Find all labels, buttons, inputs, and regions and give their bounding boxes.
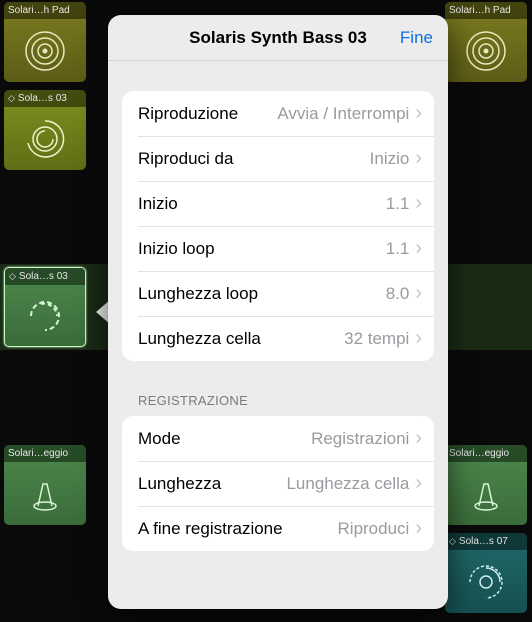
waveform-icon — [464, 472, 508, 516]
chevron-right-icon: › — [415, 517, 422, 540]
clip-cell[interactable]: Solari…eggio — [4, 445, 86, 525]
clip-cell[interactable]: ◇Sola…s 07 — [445, 533, 527, 613]
row-label: Inizio — [138, 194, 386, 214]
chevron-right-icon: › — [415, 237, 422, 260]
row-value: Lunghezza cella — [286, 474, 409, 494]
row-start[interactable]: Inizio 1.1 › — [122, 181, 434, 226]
row-value: 1.1 — [386, 194, 410, 214]
clip-cell[interactable]: Solari…h Pad — [445, 2, 527, 82]
chevron-right-icon: › — [415, 147, 422, 170]
waveform-icon — [464, 29, 508, 73]
waveform-icon — [23, 294, 67, 338]
chevron-right-icon: › — [415, 427, 422, 450]
done-button[interactable]: Fine — [400, 15, 433, 61]
row-recording-mode[interactable]: Mode Registrazioni › — [122, 416, 434, 461]
row-cell-length[interactable]: Lunghezza cella 32 tempi › — [122, 316, 434, 361]
settings-popover: Solaris Synth Bass 03 Fine Riproduzione … — [108, 15, 448, 609]
clip-label: ◇Sola…s 03 — [4, 90, 86, 107]
chevron-right-icon: › — [415, 327, 422, 350]
popover-title: Solaris Synth Bass 03 — [189, 28, 367, 48]
recording-settings-group: Mode Registrazioni › Lunghezza Lunghezza… — [122, 416, 434, 551]
chevron-right-icon: › — [415, 282, 422, 305]
clip-label: Solari…eggio — [445, 445, 527, 462]
waveform-icon — [23, 117, 67, 161]
clip-label: ◇Sola…s 07 — [445, 533, 527, 550]
row-label: Lunghezza — [138, 474, 286, 494]
loop-icon: ◇ — [8, 93, 15, 104]
row-label: Inizio loop — [138, 239, 386, 259]
clip-label: Solari…h Pad — [445, 2, 527, 19]
clip-label: Solari…eggio — [4, 445, 86, 462]
row-label: Mode — [138, 429, 311, 449]
row-value: Riproduci — [338, 519, 410, 539]
waveform-icon — [464, 560, 508, 604]
chevron-right-icon: › — [415, 102, 422, 125]
row-value: 32 tempi — [344, 329, 409, 349]
row-label: A fine registrazione — [138, 519, 338, 539]
clip-label: Solari…h Pad — [4, 2, 86, 19]
waveform-icon — [23, 29, 67, 73]
row-label: Riproduci da — [138, 149, 370, 169]
row-value: 8.0 — [386, 284, 410, 304]
loop-icon: ◇ — [9, 271, 16, 282]
popover-header: Solaris Synth Bass 03 Fine — [108, 15, 448, 61]
clip-cell[interactable]: Solari…h Pad — [4, 2, 86, 82]
playback-settings-group: Riproduzione Avvia / Interrompi › Riprod… — [122, 91, 434, 361]
chevron-right-icon: › — [415, 192, 422, 215]
row-value: 1.1 — [386, 239, 410, 259]
row-label: Lunghezza loop — [138, 284, 386, 304]
clip-cell[interactable]: Solari…eggio — [445, 445, 527, 525]
row-value: Avvia / Interrompi — [277, 104, 409, 124]
row-label: Lunghezza cella — [138, 329, 344, 349]
waveform-icon — [23, 472, 67, 516]
clip-cell-selected[interactable]: ◇Sola…s 03 — [4, 267, 86, 347]
row-recording-length[interactable]: Lunghezza Lunghezza cella › — [122, 461, 434, 506]
row-loop-length[interactable]: Lunghezza loop 8.0 › — [122, 271, 434, 316]
loop-icon: ◇ — [449, 536, 456, 547]
row-loop-start[interactable]: Inizio loop 1.1 › — [122, 226, 434, 271]
chevron-right-icon: › — [415, 472, 422, 495]
row-value: Registrazioni — [311, 429, 409, 449]
recording-section-header: REGISTRAZIONE — [122, 393, 434, 416]
row-label: Riproduzione — [138, 104, 277, 124]
clip-label: ◇Sola…s 03 — [5, 268, 85, 285]
row-value: Inizio — [370, 149, 410, 169]
row-after-recording[interactable]: A fine registrazione Riproduci › — [122, 506, 434, 551]
row-play-from[interactable]: Riproduci da Inizio › — [122, 136, 434, 181]
row-playback[interactable]: Riproduzione Avvia / Interrompi › — [122, 91, 434, 136]
clip-cell[interactable]: ◇Sola…s 03 — [4, 90, 86, 170]
